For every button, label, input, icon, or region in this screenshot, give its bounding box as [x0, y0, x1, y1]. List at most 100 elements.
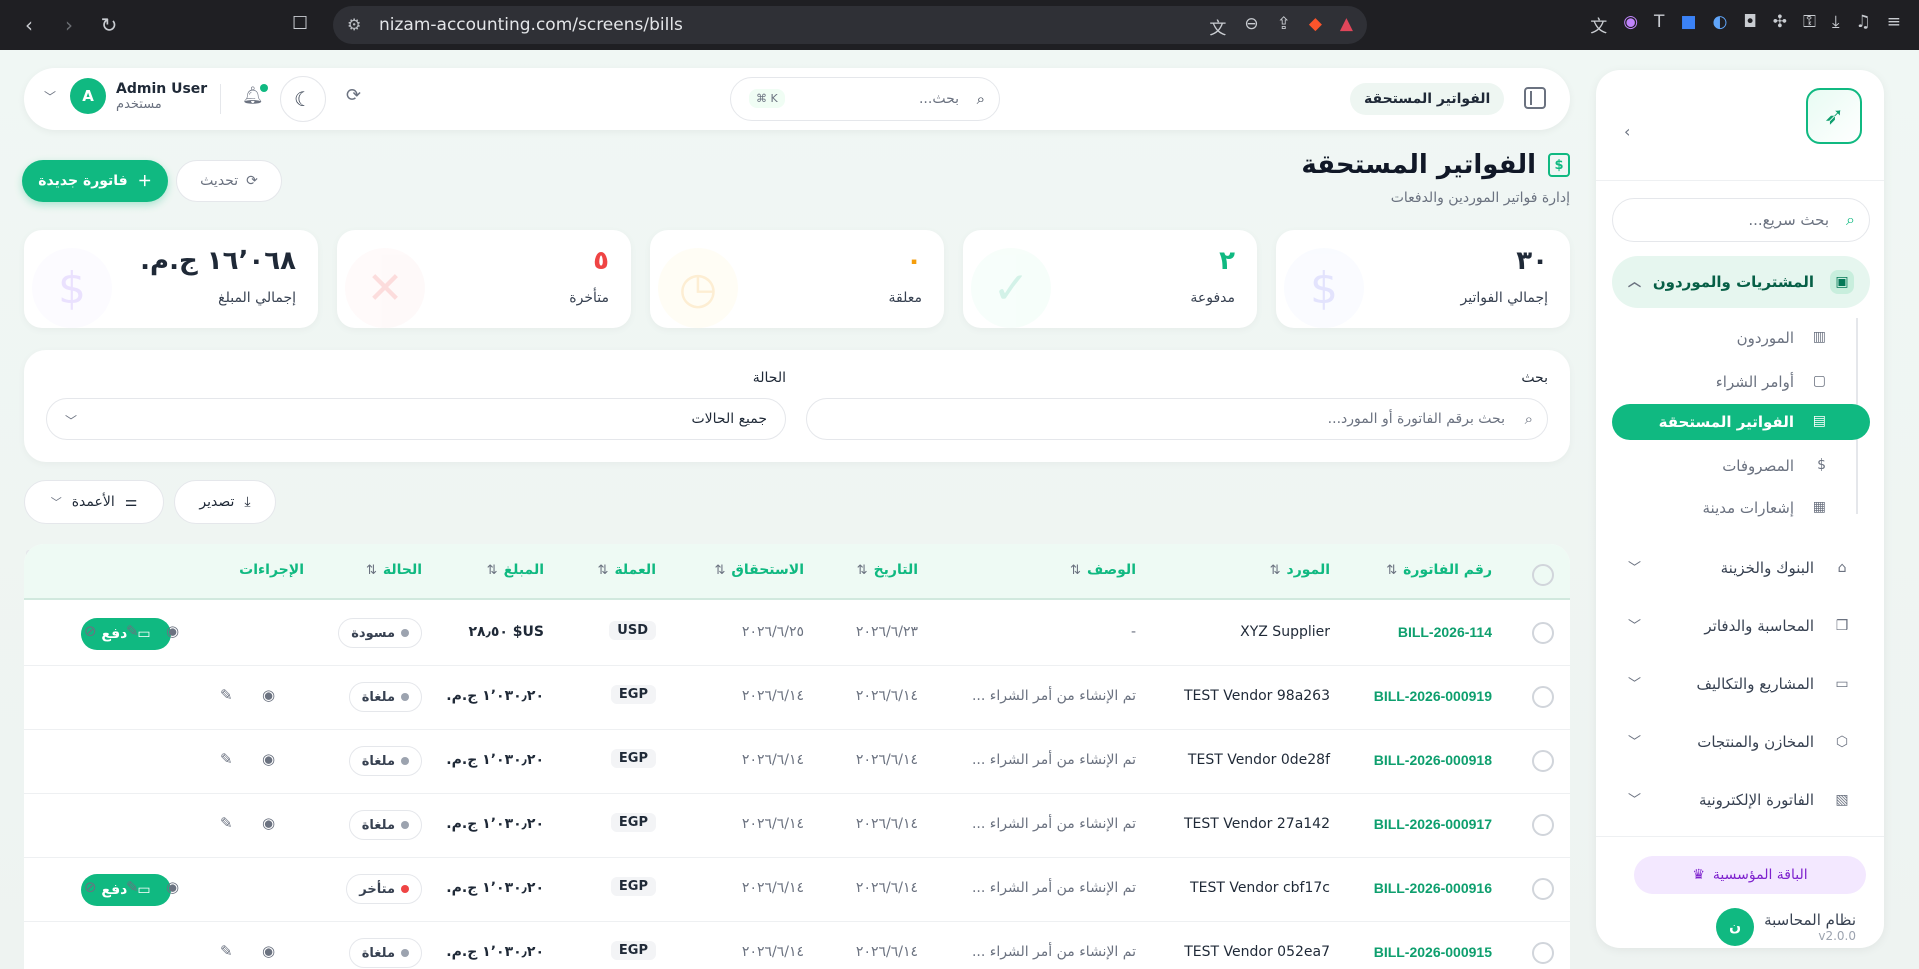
bill-number-link[interactable]: BILL-2026-114 [1398, 624, 1492, 640]
refresh-button[interactable]: ⟳ تحديث [176, 160, 282, 202]
column-header-vendor[interactable]: المورد ⇅ [1270, 562, 1330, 578]
sidebar-item-expenses[interactable]: $ المصروفات [1612, 446, 1870, 486]
refresh-icon[interactable]: ⟳ [346, 85, 361, 106]
table-row[interactable]: BILL-2026-000918 TEST Vendor 0de28f تم ا… [24, 730, 1570, 794]
moon-icon: ☾ [294, 87, 312, 111]
sidebar-item-debit-notes[interactable]: ▦ إشعارات مدينة [1612, 488, 1870, 528]
zoom-icon[interactable]: ⊖ [1244, 14, 1258, 39]
edit-icon[interactable]: ✎ [220, 942, 233, 960]
translate-ext-icon[interactable]: 文 [1590, 12, 1607, 37]
row-checkbox[interactable] [1532, 686, 1554, 708]
puzzle-icon[interactable]: ✣ [1773, 12, 1787, 37]
row-checkbox[interactable] [1532, 622, 1554, 644]
status-label: ملغاة [361, 753, 395, 769]
row-checkbox[interactable] [1532, 750, 1554, 772]
row-checkbox[interactable] [1532, 878, 1554, 900]
sidebar-toggle-icon[interactable] [1524, 87, 1546, 109]
row-checkbox[interactable] [1532, 942, 1554, 964]
header-label: التاريخ [873, 562, 918, 578]
stat-label: معلقة [888, 290, 922, 306]
ext-icon-2[interactable]: ◉ [1623, 12, 1638, 37]
menu-icon[interactable]: ≡ [1887, 12, 1901, 37]
bill-number-link[interactable]: BILL-2026-000916 [1374, 880, 1492, 896]
ext-icon-5[interactable]: ◐ [1713, 12, 1728, 37]
edit-icon[interactable]: ✎ [220, 814, 233, 832]
row-checkbox[interactable] [1532, 814, 1554, 836]
column-header-amount[interactable]: المبلغ ⇅ [487, 562, 544, 578]
bill-number-link[interactable]: BILL-2026-000915 [1374, 944, 1492, 960]
edit-icon[interactable]: ✎ [126, 622, 139, 640]
key-icon[interactable]: ⚿ [1803, 12, 1816, 37]
sidebar-group-projects[interactable]: ▭ المشاريع والتكاليف ﹀ [1612, 658, 1870, 710]
select-all-checkbox[interactable] [1532, 564, 1554, 586]
bill-number-link[interactable]: BILL-2026-000919 [1374, 688, 1492, 704]
view-icon[interactable]: ◉ [262, 942, 275, 960]
download-icon[interactable]: ⤓ [1832, 12, 1840, 37]
new-bill-button[interactable]: ＋ فاتورة جديدة [22, 160, 168, 202]
cancel-icon[interactable]: ⊘ [84, 622, 97, 640]
view-icon[interactable]: ◉ [166, 878, 179, 896]
sidebar-item-bills[interactable]: ▤ الفواتير المستحقة [1612, 404, 1870, 440]
music-icon[interactable]: ♫ [1856, 12, 1871, 37]
sidebar-search-input[interactable]: ⌕ بحث سريع... [1612, 198, 1870, 242]
table-row[interactable]: BILL-2026-000916 TEST Vendor cbf17c تم ا… [24, 858, 1570, 922]
plan-badge[interactable]: الباقة المؤسسية ♛ [1634, 856, 1866, 894]
sidebar-group-inventory[interactable]: ⬡ المخازن والمنتجات ﹀ [1612, 716, 1870, 768]
due-cell: ٢٠٢٦/٦/١٤ [741, 880, 804, 896]
column-header-description[interactable]: الوصف ⇅ [1070, 562, 1136, 578]
stat-label: متأخرة [569, 290, 609, 306]
global-search-input[interactable]: ⌕ بحث... ⌘ K [730, 77, 1000, 121]
status-select[interactable]: جميع الحالات ﹀ [46, 398, 786, 440]
reload-icon[interactable]: ↻ [98, 13, 120, 37]
edit-icon[interactable]: ✎ [126, 878, 139, 896]
column-header-status[interactable]: الحالة ⇅ [366, 562, 422, 578]
sidebar-item-vendors[interactable]: ▥ الموردون [1612, 318, 1870, 358]
edit-icon[interactable]: ✎ [220, 750, 233, 768]
edit-icon[interactable]: ✎ [220, 686, 233, 704]
cancel-icon[interactable]: ⊘ [84, 878, 97, 896]
sidebar-item-purchase-orders[interactable]: ▢ أوامر الشراء [1612, 362, 1870, 402]
sidebar-group-label: البنوك والخزينة [1720, 559, 1814, 577]
columns-label: الأعمدة [71, 494, 115, 510]
site-settings-icon[interactable]: ⚙ [347, 15, 361, 34]
table-row[interactable]: BILL-2026-000919 TEST Vendor 98a263 تم ا… [24, 666, 1570, 730]
column-header-actions: الإجراءات [239, 562, 304, 578]
brave-rewards-icon[interactable]: ▲ [1340, 14, 1353, 39]
columns-button[interactable]: ⚌ الأعمدة ﹀ [24, 480, 164, 524]
forward-icon[interactable]: › [58, 13, 80, 37]
export-button[interactable]: ⤓ تصدير [174, 480, 276, 524]
column-header-due[interactable]: الاستحقاق ⇅ [714, 562, 804, 578]
back-icon[interactable]: ‹ [18, 13, 40, 37]
bookmark-icon[interactable]: ☐ [292, 13, 308, 34]
bill-number-link[interactable]: BILL-2026-000917 [1374, 816, 1492, 832]
ext-icon-4[interactable]: ■ [1680, 12, 1696, 37]
address-bar[interactable]: ⚙ nizam-accounting.com/screens/bills 文 ⊖… [333, 6, 1367, 44]
view-icon[interactable]: ◉ [262, 814, 275, 832]
sidebar-group-accounting[interactable]: ❒ المحاسبة والدفاتر ﹀ [1612, 600, 1870, 652]
view-icon[interactable]: ◉ [262, 686, 275, 704]
column-header-date[interactable]: التاريخ ⇅ [857, 562, 918, 578]
brave-shield-icon[interactable]: ◆ [1309, 14, 1322, 39]
status-dot [401, 821, 409, 829]
translate-icon[interactable]: 文 [1209, 14, 1226, 39]
bill-search-input[interactable]: ⌕ بحث برقم الفاتورة أو المورد... [806, 398, 1548, 440]
table-row[interactable]: BILL-2026-000915 TEST Vendor 052ea7 تم ا… [24, 922, 1570, 969]
sidebar-group-einvoice[interactable]: ▧ الفاتورة الإلكترونية ﹀ [1612, 774, 1870, 826]
share-icon[interactable]: ⇪ [1277, 14, 1291, 39]
column-header-currency[interactable]: العملة ⇅ [598, 562, 656, 578]
table-row[interactable]: BILL-2026-114 XYZ Supplier - ٢٠٢٦/٦/٢٣ ٢… [24, 602, 1570, 666]
view-icon[interactable]: ◉ [262, 750, 275, 768]
sidebar-group-banks[interactable]: ⌂ البنوك والخزينة ﹀ [1612, 542, 1870, 594]
camera-icon[interactable]: ◘ [1743, 12, 1756, 37]
sidebar-group-label: المحاسبة والدفاتر [1704, 617, 1814, 635]
table-row[interactable]: BILL-2026-000917 TEST Vendor 27a142 تم ا… [24, 794, 1570, 858]
column-header-bill-no[interactable]: رقم الفاتورة ⇅ [1386, 562, 1492, 578]
bill-number-link[interactable]: BILL-2026-000918 [1374, 752, 1492, 768]
view-icon[interactable]: ◉ [166, 622, 179, 640]
ext-icon-3[interactable]: T [1654, 12, 1664, 37]
dark-mode-toggle[interactable]: ☾ [280, 76, 326, 122]
app-logo-icon[interactable]: ➶ [1806, 88, 1862, 144]
user-menu[interactable]: ﹀ A Admin User مستخدم [44, 78, 207, 114]
chevron-right-icon[interactable]: › [1624, 122, 1630, 141]
sidebar-group-purchases[interactable]: ▣ المشتريات والموردون ︿ [1612, 256, 1870, 308]
